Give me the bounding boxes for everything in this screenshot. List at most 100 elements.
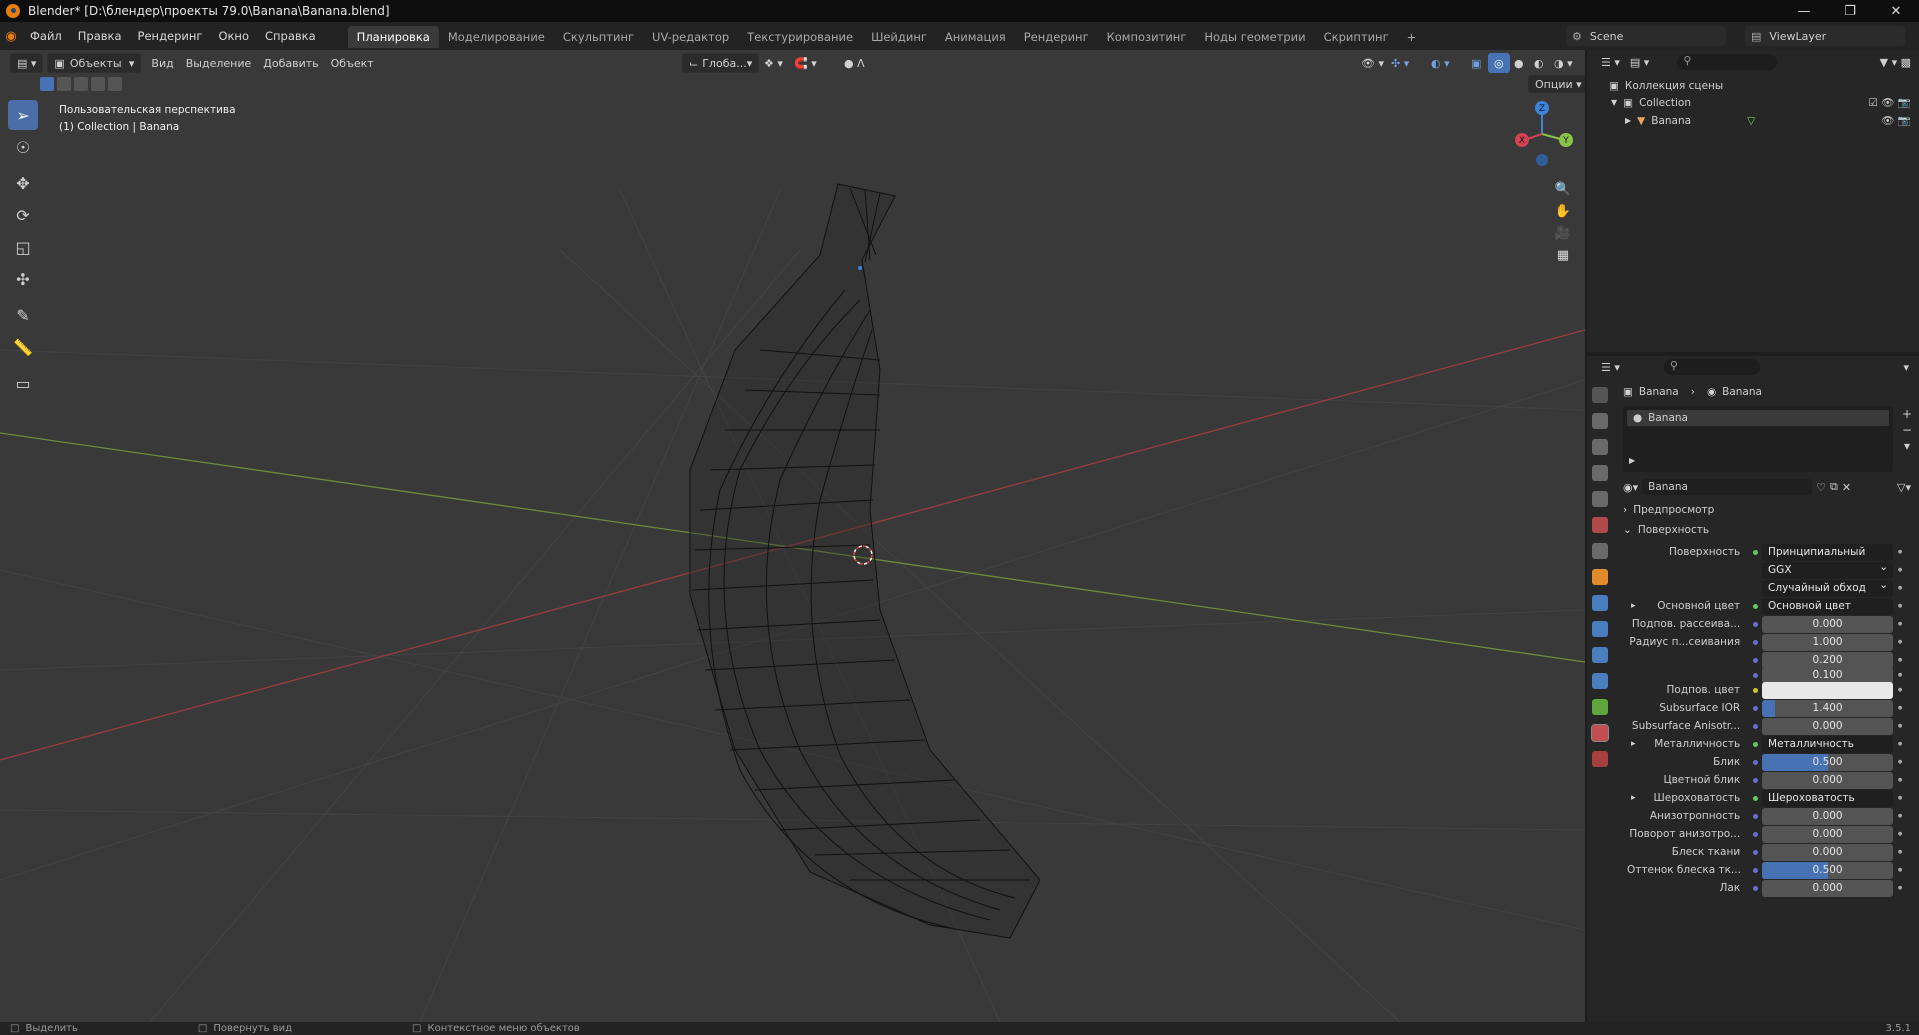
editor-type-button[interactable]: ▤ ▾ — [10, 53, 44, 73]
collection-tab-icon[interactable] — [1592, 543, 1608, 559]
tab-animation[interactable]: Анимация — [936, 26, 1015, 48]
property-number-field[interactable]: 0.000 — [1762, 825, 1894, 843]
property-number-field[interactable]: 1.000 — [1762, 633, 1894, 651]
pan-hand-icon[interactable]: ✋ — [1552, 200, 1574, 222]
measure-tool[interactable]: 📏 — [8, 332, 38, 362]
keyframe-dot-icon[interactable]: ● — [1893, 657, 1907, 663]
menu-select[interactable]: Выделение — [180, 53, 258, 73]
linked-node-field[interactable]: Основной цвет — [1762, 597, 1894, 615]
tab-scripting[interactable]: Скриптинг — [1315, 26, 1398, 48]
socket-icon[interactable] — [1748, 795, 1762, 801]
scale-tool[interactable]: ◱ — [8, 232, 38, 262]
select-invert-icon[interactable] — [91, 77, 105, 91]
socket-icon[interactable] — [1748, 687, 1762, 693]
socket-icon[interactable] — [1748, 885, 1762, 891]
modifier-tab-icon[interactable] — [1592, 595, 1608, 611]
tab-rendering[interactable]: Рендеринг — [1015, 26, 1098, 48]
solid-shading-button[interactable]: ● — [1508, 53, 1530, 73]
remove-slot-button[interactable]: − — [1899, 422, 1915, 438]
menu-render[interactable]: Рендеринг — [130, 22, 211, 50]
tab-texture-paint[interactable]: Текстурирование — [738, 26, 862, 48]
property-number-field[interactable]: 0.000 — [1762, 717, 1894, 735]
property-dropdown[interactable]: Случайный обход ⌄ — [1762, 579, 1894, 597]
physics-tab-icon[interactable] — [1592, 647, 1608, 663]
pivot-point-button[interactable]: ❖ ▾ — [758, 53, 789, 73]
duplicate-material-icon[interactable]: ⧉ — [1830, 480, 1838, 494]
minimize-button[interactable]: — — [1781, 0, 1827, 22]
collection-row[interactable]: ▼ ▣ Collection ☑ 👁 📷 — [1611, 96, 1911, 110]
transform-orientation-dropdown[interactable]: ⌙ Глоба... ▾ — [682, 53, 760, 73]
transform-tool[interactable]: ✣ — [8, 264, 38, 294]
keyframe-dot-icon[interactable]: ● — [1893, 759, 1907, 765]
color-field[interactable] — [1762, 681, 1894, 699]
socket-icon[interactable] — [1748, 621, 1762, 627]
fake-user-icon[interactable]: ♡ — [1816, 481, 1826, 494]
keyframe-dot-icon[interactable]: ● — [1893, 639, 1907, 645]
socket-icon[interactable] — [1748, 549, 1762, 555]
menu-view[interactable]: Вид — [145, 53, 179, 73]
slot-menu-button[interactable]: ▾ — [1899, 438, 1915, 454]
tab-uv-editing[interactable]: UV-редактор — [643, 26, 738, 48]
menu-help[interactable]: Справка — [257, 22, 324, 50]
keyframe-dot-icon[interactable]: ● — [1893, 849, 1907, 855]
socket-icon[interactable] — [1748, 813, 1762, 819]
linked-node-field[interactable]: Металличность — [1762, 735, 1894, 753]
tab-shading[interactable]: Шейдинг — [862, 26, 936, 48]
menu-file[interactable]: Файл — [22, 22, 70, 50]
keyframe-dot-icon[interactable]: ● — [1893, 603, 1907, 609]
keyframe-dot-icon[interactable]: ● — [1893, 777, 1907, 783]
tool-tab-icon[interactable] — [1592, 387, 1608, 403]
select-intersect-icon[interactable] — [108, 77, 122, 91]
object-tab-icon[interactable] — [1592, 569, 1608, 585]
material-name-field[interactable]: Banana — [1642, 479, 1813, 495]
property-number-field[interactable]: 1.400 — [1762, 699, 1894, 717]
unlink-material-icon[interactable]: ✕ — [1842, 481, 1851, 494]
blender-menu-icon[interactable]: ◉ — [0, 29, 22, 44]
keyframe-dot-icon[interactable]: ● — [1893, 687, 1907, 693]
banana-object-row[interactable]: ▶ ▼ Banana ▽ 👁 📷 — [1625, 114, 1911, 128]
property-number-field[interactable]: 0.000 — [1762, 807, 1894, 825]
overlay-toggle-button[interactable]: ◐ ▾ — [1425, 53, 1456, 73]
material-browse-icon[interactable]: ◉▾ — [1623, 481, 1638, 494]
chevron-down-icon[interactable]: ▾ — [1903, 361, 1909, 374]
linked-node-field[interactable]: Принципиальный BSDF — [1762, 543, 1894, 561]
wireframe-shading-button[interactable]: ◎ — [1488, 53, 1510, 73]
socket-icon[interactable] — [1748, 759, 1762, 765]
neg-z-axis-handle[interactable] — [1536, 154, 1548, 166]
keyframe-dot-icon[interactable]: ● — [1893, 885, 1907, 891]
expand-arrow-icon[interactable]: ▶ — [1625, 116, 1631, 125]
preview-panel-header[interactable]: › Предпросмотр — [1623, 504, 1714, 516]
add-cube-tool[interactable]: ▭ — [8, 368, 38, 398]
filter-icon[interactable]: ▼ ▾ ▩ — [1880, 56, 1911, 69]
texture-tab-icon[interactable] — [1592, 751, 1608, 767]
select-box-tool[interactable]: ➢ — [8, 100, 38, 130]
socket-icon[interactable] — [1748, 849, 1762, 855]
keyframe-dot-icon[interactable]: ● — [1893, 567, 1907, 573]
keyframe-dot-icon[interactable]: ● — [1893, 549, 1907, 555]
tab-sculpting[interactable]: Скульптинг — [554, 26, 643, 48]
annotate-tool[interactable]: ✎ — [8, 300, 38, 330]
rotate-tool[interactable]: ⟳ — [8, 200, 38, 230]
select-extend-icon[interactable] — [57, 77, 71, 91]
data-tab-icon[interactable] — [1592, 699, 1608, 715]
banana-wireframe[interactable] — [689, 183, 1041, 939]
world-tab-icon[interactable] — [1592, 517, 1608, 533]
property-number-field[interactable]: 0.000 — [1762, 879, 1894, 897]
keyframe-dot-icon[interactable]: ● — [1893, 867, 1907, 873]
property-number-field[interactable]: 0.500 — [1762, 861, 1894, 879]
keyframe-dot-icon[interactable]: ● — [1893, 621, 1907, 627]
socket-icon[interactable] — [1748, 741, 1762, 747]
keyframe-dot-icon[interactable]: ● — [1893, 705, 1907, 711]
expand-arrow-icon[interactable]: ▸ — [1631, 739, 1636, 749]
tab-geometry-nodes[interactable]: Ноды геометрии — [1195, 26, 1314, 48]
properties-search-input[interactable]: ⚲ — [1663, 359, 1760, 375]
expand-arrow-icon[interactable]: ▼ — [1611, 98, 1617, 107]
visibility-icon[interactable]: 👁 📷 — [1881, 114, 1911, 127]
socket-icon[interactable] — [1748, 723, 1762, 729]
select-new-icon[interactable] — [40, 77, 54, 91]
menu-edit[interactable]: Правка — [70, 22, 130, 50]
scene-selector[interactable]: ⚙ Scene — [1566, 26, 1726, 46]
zoom-icon[interactable]: 🔍 — [1552, 178, 1574, 200]
socket-icon[interactable] — [1748, 639, 1762, 645]
material-tab-icon[interactable] — [1591, 724, 1609, 742]
